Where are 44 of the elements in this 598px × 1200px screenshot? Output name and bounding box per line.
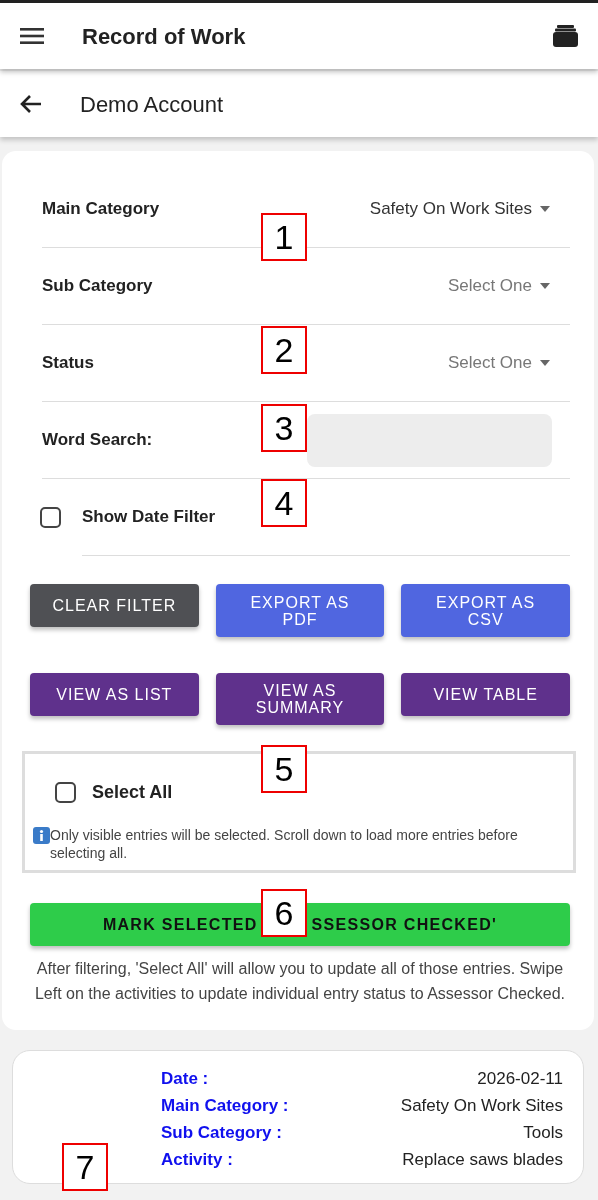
info-icon: [33, 827, 50, 844]
field-label: Main Category: [42, 198, 160, 221]
checkbox[interactable]: [40, 506, 61, 528]
entry-value: Safety On Work Sites: [400, 1095, 563, 1117]
action-button[interactable]: CLEAR FILTER: [30, 584, 199, 627]
app-title: Record of Work: [82, 22, 247, 51]
search-field[interactable]: [307, 413, 552, 467]
dropdown[interactable]: Safety On Work Sites: [369, 196, 550, 222]
entry-value: 2026-02-11: [477, 1068, 563, 1090]
entry-label: Main Category :: [161, 1095, 289, 1117]
help-text: After filtering, 'Select All' will allow you to update all of those entries. Swipe Left on the activities to update individual entry status to Assessor Checked.: [33, 959, 567, 1004]
dropdown[interactable]: Select One: [447, 350, 550, 376]
action-button[interactable]: VIEW TABLE: [401, 673, 570, 716]
field-label: Sub Category: [42, 275, 153, 298]
info-note: Only visible entries will be selected. Scroll down to load more entries before selecting all.: [50, 826, 519, 862]
annotation-marker: 6: [261, 889, 307, 937]
action-button[interactable]: VIEW AS SUMMARY: [215, 673, 385, 725]
annotation-marker: 7: [62, 1143, 108, 1191]
menu-icon[interactable]: [20, 27, 44, 45]
field-label: Status: [42, 352, 94, 375]
caret-icon: [540, 360, 550, 366]
caret-icon: [540, 283, 550, 289]
annotation-marker: 2: [261, 326, 307, 374]
back-icon[interactable]: [20, 94, 42, 114]
page-title: Demo Account: [80, 90, 224, 119]
stack-icon[interactable]: [553, 25, 578, 47]
annotation-marker: 5: [261, 745, 307, 793]
action-button[interactable]: EXPORT AS PDF: [215, 584, 385, 637]
checkbox[interactable]: [55, 781, 76, 803]
checkbox-label: Show Date Filter: [82, 506, 216, 529]
entry-label: Date :: [161, 1068, 209, 1090]
entry-value: Replace saws blades: [402, 1149, 563, 1171]
annotation-marker: 4: [261, 479, 307, 527]
dropdown[interactable]: Select One: [447, 273, 550, 299]
annotation-marker: 1: [261, 213, 307, 261]
field-label: Word Search:: [42, 429, 153, 452]
entry-label: Sub Category :: [161, 1122, 282, 1144]
entry-value: Tools: [523, 1122, 563, 1144]
checkbox-label: Select All: [92, 780, 173, 804]
caret-icon: [540, 206, 550, 212]
entry-label: Activity :: [161, 1149, 233, 1171]
action-button[interactable]: VIEW AS LIST: [30, 673, 199, 716]
annotation-marker: 3: [261, 404, 307, 452]
action-button[interactable]: EXPORT AS CSV: [401, 584, 570, 637]
